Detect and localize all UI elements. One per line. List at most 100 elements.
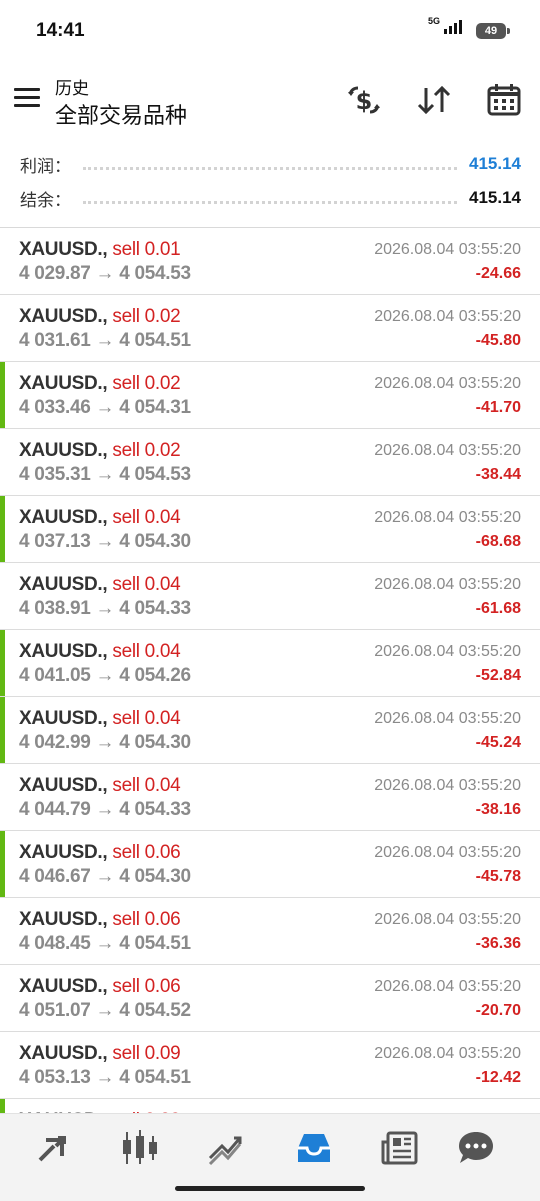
- trade-prices: 4 037.13 → 4 054.30: [19, 531, 191, 553]
- trade-row[interactable]: XAUUSD., sell 0.04 4 042.99 → 4 054.30 202…: [0, 697, 540, 764]
- close-price: 4 054.51: [119, 933, 191, 954]
- trade-symbol: XAUUSD., sell 0.06: [19, 976, 181, 998]
- trade-row[interactable]: XAUUSD., sell 0.06 4 046.67 → 4 054.30 202…: [0, 831, 540, 898]
- arrow-icon: →: [95, 1067, 115, 1088]
- home-indicator[interactable]: [175, 1186, 365, 1191]
- trade-symbol: XAUUSD., sell 0.02: [19, 440, 181, 462]
- close-price: 4 054.33: [119, 799, 191, 820]
- trade-prices: 4 048.45 → 4 054.51: [19, 933, 191, 955]
- close-price: 4 054.53: [119, 464, 191, 485]
- symbol-text: XAUUSD.,: [19, 641, 108, 662]
- symbol-text: XAUUSD.,: [19, 306, 108, 327]
- trade-prices: 4 031.61 → 4 054.51: [19, 330, 191, 352]
- symbol-text: XAUUSD.,: [19, 239, 108, 260]
- trade-symbol: XAUUSD., sell 0.09: [19, 1043, 181, 1065]
- trade-history-list[interactable]: XAUUSD., sell 0.01 4 029.87 → 4 054.53 202…: [0, 227, 540, 1114]
- trade-prices: 4 029.87 → 4 054.53: [19, 263, 191, 285]
- trade-side: sell 0.06: [112, 976, 181, 997]
- svg-text:$: $: [356, 87, 373, 115]
- open-price: 4 038.91: [19, 598, 91, 619]
- symbol-text: XAUUSD.,: [19, 373, 108, 394]
- profit-value: 415.14: [469, 154, 521, 173]
- trade-time: 2026.08.04 03:55:20: [374, 911, 521, 928]
- trade-row[interactable]: XAUUSD., sell 0.06 4 051.07 → 4 054.52 202…: [0, 965, 540, 1032]
- trade-row[interactable]: XAUUSD., sell 0.04 4 041.05 → 4 054.26 202…: [0, 630, 540, 697]
- open-price: 4 031.61: [19, 330, 91, 351]
- trade-prices: 4 033.46 → 4 054.31: [19, 397, 191, 419]
- trade-symbol: XAUUSD., sell 0.02: [19, 373, 181, 395]
- open-price: 4 029.87: [19, 263, 91, 284]
- trade-symbol: XAUUSD., sell 0.04: [19, 574, 181, 596]
- open-price: 4 044.79: [19, 799, 91, 820]
- close-price: 4 054.31: [119, 397, 191, 418]
- trade-row[interactable]: XAUUSD., sell 0.06 4 048.45 → 4 054.51 202…: [0, 898, 540, 965]
- calendar-icon[interactable]: [484, 80, 524, 120]
- open-price: 4 042.99: [19, 732, 91, 753]
- trade-symbol: XAUUSD., sell 0.04: [19, 708, 181, 730]
- arrow-icon: →: [95, 464, 115, 485]
- trade-icon[interactable]: [206, 1128, 246, 1168]
- arrow-icon: →: [95, 263, 115, 284]
- trade-profit: -38.16: [475, 801, 521, 818]
- trade-symbol: XAUUSD., sell 0.04: [19, 641, 181, 663]
- page-title[interactable]: 全部交易品种: [55, 98, 187, 130]
- trade-row[interactable]: XAUUSD., sell 0.04 4 038.91 → 4 054.33 202…: [0, 563, 540, 630]
- trade-row[interactable]: XAUUSD., sell 0.01 4 029.87 → 4 054.53 202…: [0, 228, 540, 295]
- trade-side: sell 0.02: [112, 440, 181, 461]
- messages-icon[interactable]: [456, 1128, 496, 1168]
- symbol-text: XAUUSD.,: [19, 574, 108, 595]
- trade-row[interactable]: XAUUSD., sell 0.04 4 044.79 → 4 054.33 202…: [0, 764, 540, 831]
- trade-side: sell 0.06: [112, 842, 181, 863]
- trade-prices: 4 041.05 → 4 054.26: [19, 665, 191, 687]
- quotes-icon[interactable]: [34, 1128, 74, 1168]
- menu-icon[interactable]: [14, 88, 40, 108]
- symbol-text: XAUUSD.,: [19, 708, 108, 729]
- status-bar: 14:41 5G 49: [0, 0, 540, 62]
- news-icon[interactable]: [380, 1128, 420, 1168]
- trade-profit: -45.80: [475, 332, 521, 349]
- app-header: 历史 全部交易品种 $: [0, 62, 540, 138]
- close-price: 4 054.30: [119, 866, 191, 887]
- page-subtitle: 历史: [55, 79, 89, 98]
- trade-time: 2026.08.04 03:55:20: [374, 643, 521, 660]
- trade-profit: -61.68: [475, 600, 521, 617]
- trade-row[interactable]: XAUUSD., sell 0.09 → 2026.08.04 03:55:20: [0, 1099, 540, 1114]
- trade-time: 2026.08.04 03:55:20: [374, 978, 521, 995]
- trade-time: 2026.08.04 03:55:20: [374, 576, 521, 593]
- trade-time: 2026.08.04 03:55:20: [374, 710, 521, 727]
- dollar-exchange-icon[interactable]: $: [344, 80, 384, 120]
- trade-time: 2026.08.04 03:55:20: [374, 241, 521, 258]
- symbol-text: XAUUSD.,: [19, 775, 108, 796]
- close-price: 4 054.51: [119, 1067, 191, 1088]
- trade-prices: 4 044.79 → 4 054.33: [19, 799, 191, 821]
- open-price: 4 048.45: [19, 933, 91, 954]
- trade-profit: -24.66: [475, 265, 521, 282]
- open-price: 4 037.13: [19, 531, 91, 552]
- history-icon[interactable]: [294, 1128, 334, 1168]
- profit-label: 利润：: [20, 156, 71, 176]
- trade-profit: -36.36: [475, 935, 521, 952]
- arrow-icon: →: [95, 799, 115, 820]
- chart-icon[interactable]: [120, 1128, 160, 1168]
- trade-row[interactable]: XAUUSD., sell 0.02 4 031.61 → 4 054.51 202…: [0, 295, 540, 362]
- symbol-text: XAUUSD.,: [19, 507, 108, 528]
- trade-prices: 4 038.91 → 4 054.33: [19, 598, 191, 620]
- network-type: 5G: [427, 16, 440, 26]
- trade-side: sell 0.04: [112, 775, 181, 796]
- dotted-leader: [83, 200, 457, 204]
- trade-row[interactable]: XAUUSD., sell 0.02 4 035.31 → 4 054.53 202…: [0, 429, 540, 496]
- trade-side: sell 0.04: [112, 641, 181, 662]
- arrow-icon: →: [95, 732, 115, 753]
- symbol-text: XAUUSD.,: [19, 909, 108, 930]
- trade-row[interactable]: XAUUSD., sell 0.04 4 037.13 → 4 054.30 202…: [0, 496, 540, 563]
- battery-icon: 49: [476, 23, 510, 39]
- trade-side: sell 0.04: [112, 708, 181, 729]
- trade-row[interactable]: XAUUSD., sell 0.09 4 053.13 → 4 054.51 202…: [0, 1032, 540, 1099]
- sort-icon[interactable]: [414, 80, 454, 120]
- arrow-icon: →: [95, 1000, 115, 1021]
- trade-symbol: XAUUSD., sell 0.06: [19, 842, 181, 864]
- summary-panel: 利润： 415.14 结余： 415.14: [0, 145, 540, 227]
- trade-row[interactable]: XAUUSD., sell 0.02 4 033.46 → 4 054.31 202…: [0, 362, 540, 429]
- trade-profit: -45.24: [475, 734, 521, 751]
- close-price: 4 054.53: [119, 263, 191, 284]
